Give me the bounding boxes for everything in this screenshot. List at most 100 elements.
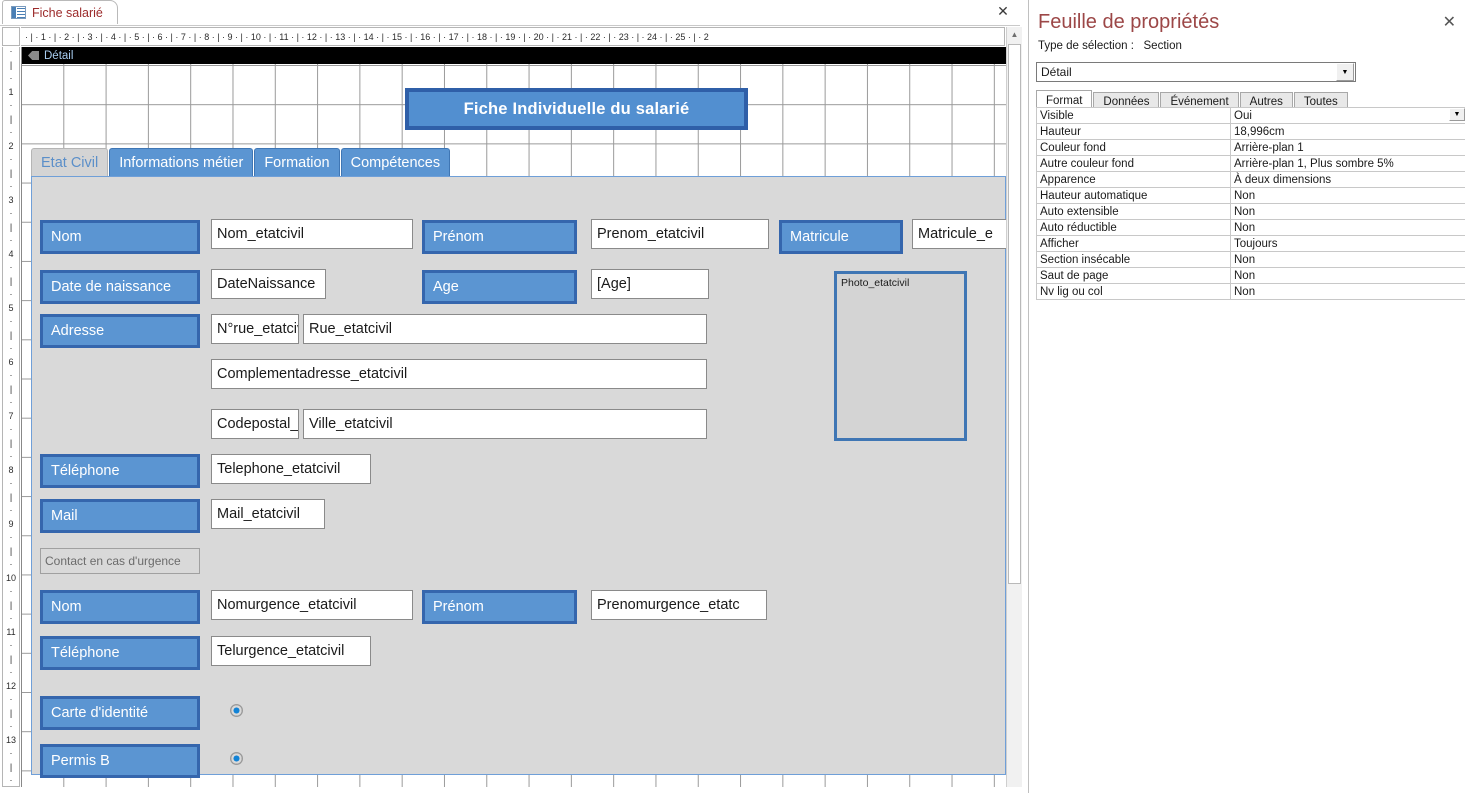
vertical-ruler-tick: |	[9, 545, 13, 556]
label-nom[interactable]: Nom	[40, 220, 200, 254]
vertical-ruler-tick: |	[9, 653, 13, 664]
design-vertical-scrollbar[interactable]: ▲	[1006, 27, 1022, 787]
photo-image-frame[interactable]: Photo_etatcivil	[834, 271, 967, 441]
property-sheet-pane: Feuille de propriétés ✕ Type de sélectio…	[1028, 0, 1465, 793]
property-value[interactable]: À deux dimensions	[1230, 171, 1465, 188]
property-row[interactable]: Visible Oui ▼	[1036, 107, 1465, 124]
vertical-ruler-tick: ·	[9, 181, 13, 191]
property-row[interactable]: Autre couleur fond Arrière-plan 1, Plus s…	[1036, 155, 1465, 172]
chevron-down-icon[interactable]: ▼	[1336, 63, 1354, 81]
label-mail[interactable]: Mail	[40, 499, 200, 533]
property-value[interactable]: Oui ▼	[1230, 107, 1465, 124]
property-value[interactable]: Non	[1230, 219, 1465, 236]
selection-type-row: Type de sélection : Section	[1038, 40, 1182, 52]
vertical-ruler-tick: |	[9, 599, 13, 610]
property-row[interactable]: Saut de page Non	[1036, 267, 1465, 284]
vertical-ruler-tick: 7	[8, 410, 14, 421]
property-value[interactable]: 18,996cm	[1230, 123, 1465, 140]
scroll-up-icon[interactable]: ▲	[1007, 27, 1022, 42]
textbox-age[interactable]: [Age]	[591, 269, 709, 299]
label-matricule[interactable]: Matricule	[779, 220, 903, 254]
vertical-ruler[interactable]: · | · 1 · | · 2 · | · 3 · | · 4 · | · 5 · | · 6 · | · 7 · | · 8 · | · 9 · | · 1…	[2, 47, 20, 787]
property-row[interactable]: Nv lig ou col Non	[1036, 283, 1465, 300]
vertical-ruler-tick: |	[9, 221, 13, 232]
tab-etat-civil[interactable]: Etat Civil	[31, 148, 109, 177]
vertical-ruler-tick: ·	[9, 505, 13, 515]
vertical-ruler-tick: 5	[8, 302, 14, 313]
property-row[interactable]: Hauteur 18,996cm	[1036, 123, 1465, 140]
form-title-text: Fiche Individuelle du salarié	[463, 99, 690, 118]
tab-informations-metier[interactable]: Informations métier	[109, 148, 254, 177]
textbox-date-naissance[interactable]: DateNaissance	[211, 269, 326, 299]
option-carte-identite[interactable]	[230, 704, 243, 717]
vertical-ruler-tick: ·	[9, 721, 13, 731]
property-value-dropdown-icon[interactable]: ▼	[1449, 108, 1465, 121]
property-value[interactable]: Non	[1230, 187, 1465, 204]
vertical-ruler-tick: 2	[8, 140, 14, 151]
vertical-ruler-tick: 4	[8, 248, 14, 259]
label-telephone-urgence[interactable]: Téléphone	[40, 636, 200, 670]
property-value[interactable]: Toujours	[1230, 235, 1465, 252]
label-permis-b[interactable]: Permis B	[40, 744, 200, 778]
label-carte-identite[interactable]: Carte d'identité	[40, 696, 200, 730]
vertical-ruler-tick: 8	[8, 464, 14, 475]
document-tab-bar: Fiche salarié ✕	[0, 0, 1020, 26]
property-row[interactable]: Afficher Toujours	[1036, 235, 1465, 252]
tab-formation[interactable]: Formation	[254, 148, 340, 177]
vertical-ruler-tick: ·	[9, 451, 13, 461]
label-age[interactable]: Age	[422, 270, 577, 304]
vertical-ruler-tick: ·	[9, 667, 13, 677]
textbox-ville[interactable]: Ville_etatcivil	[303, 409, 707, 439]
property-value[interactable]: Non	[1230, 283, 1465, 300]
label-prenom[interactable]: Prénom	[422, 220, 577, 254]
option-permis-b[interactable]	[230, 752, 243, 765]
object-selector-combo[interactable]: Détail ▼	[1036, 62, 1356, 82]
textbox-nom-urgence[interactable]: Nomurgence_etatcivil	[211, 590, 413, 620]
property-value[interactable]: Non	[1230, 267, 1465, 284]
property-row[interactable]: Apparence À deux dimensions	[1036, 171, 1465, 188]
label-prenom-urgence[interactable]: Prénom	[422, 590, 577, 624]
property-row[interactable]: Hauteur automatique Non	[1036, 187, 1465, 204]
tab-control-strip: Etat Civil Informations métier Formation…	[31, 148, 451, 177]
label-contact-urgence[interactable]: Contact en cas d'urgence	[40, 548, 200, 574]
label-nom-urgence[interactable]: Nom	[40, 590, 200, 624]
vertical-ruler-tick: 1	[8, 86, 14, 97]
vertical-ruler-tick: ·	[9, 559, 13, 569]
table-icon	[11, 6, 26, 19]
textbox-numero-rue[interactable]: N°rue_etatcivil	[211, 314, 299, 344]
vertical-ruler-tick: 9	[8, 518, 14, 529]
textbox-telephone[interactable]: Telephone_etatcivil	[211, 454, 371, 484]
property-row[interactable]: Auto extensible Non	[1036, 203, 1465, 220]
label-date-naissance[interactable]: Date de naissance	[40, 270, 200, 304]
property-name: Nv lig ou col	[1036, 283, 1231, 300]
tab-competences[interactable]: Compétences	[340, 148, 451, 177]
textbox-code-postal[interactable]: Codepostal_e	[211, 409, 299, 439]
property-row[interactable]: Section insécable Non	[1036, 251, 1465, 268]
textbox-telephone-urgence[interactable]: Telurgence_etatcivil	[211, 636, 371, 666]
property-row[interactable]: Auto réductible Non	[1036, 219, 1465, 236]
textbox-prenom-urgence[interactable]: Prenomurgence_etatc	[591, 590, 767, 620]
property-value[interactable]: Non	[1230, 203, 1465, 220]
form-title-banner[interactable]: Fiche Individuelle du salarié	[405, 88, 748, 130]
label-telephone[interactable]: Téléphone	[40, 454, 200, 488]
vertical-ruler-tick: 12	[5, 680, 16, 691]
label-adresse[interactable]: Adresse	[40, 314, 200, 348]
scrollbar-thumb[interactable]	[1008, 44, 1021, 584]
horizontal-ruler[interactable]: · | · 1 · | · 2 · | · 3 · | · 4 · | · 5 …	[21, 27, 1005, 46]
textbox-mail[interactable]: Mail_etatcivil	[211, 499, 325, 529]
section-header-detail[interactable]: Détail	[22, 47, 1006, 64]
property-value[interactable]: Non	[1230, 251, 1465, 268]
property-name: Apparence	[1036, 171, 1231, 188]
textbox-prenom[interactable]: Prenom_etatcivil	[591, 219, 769, 249]
vertical-ruler-tick: 6	[8, 356, 14, 367]
textbox-complement-adresse[interactable]: Complementadresse_etatcivil	[211, 359, 707, 389]
property-name: Auto réductible	[1036, 219, 1231, 236]
document-tab-fiche-salarie[interactable]: Fiche salarié	[2, 0, 118, 24]
close-icon[interactable]: ✕	[994, 3, 1012, 21]
textbox-rue[interactable]: Rue_etatcivil	[303, 314, 707, 344]
property-sheet-close-icon[interactable]: ✕	[1443, 12, 1456, 31]
textbox-nom[interactable]: Nom_etatcivil	[211, 219, 413, 249]
property-row[interactable]: Couleur fond Arrière-plan 1	[1036, 139, 1465, 156]
property-value[interactable]: Arrière-plan 1, Plus sombre 5%	[1230, 155, 1465, 172]
property-value[interactable]: Arrière-plan 1	[1230, 139, 1465, 156]
